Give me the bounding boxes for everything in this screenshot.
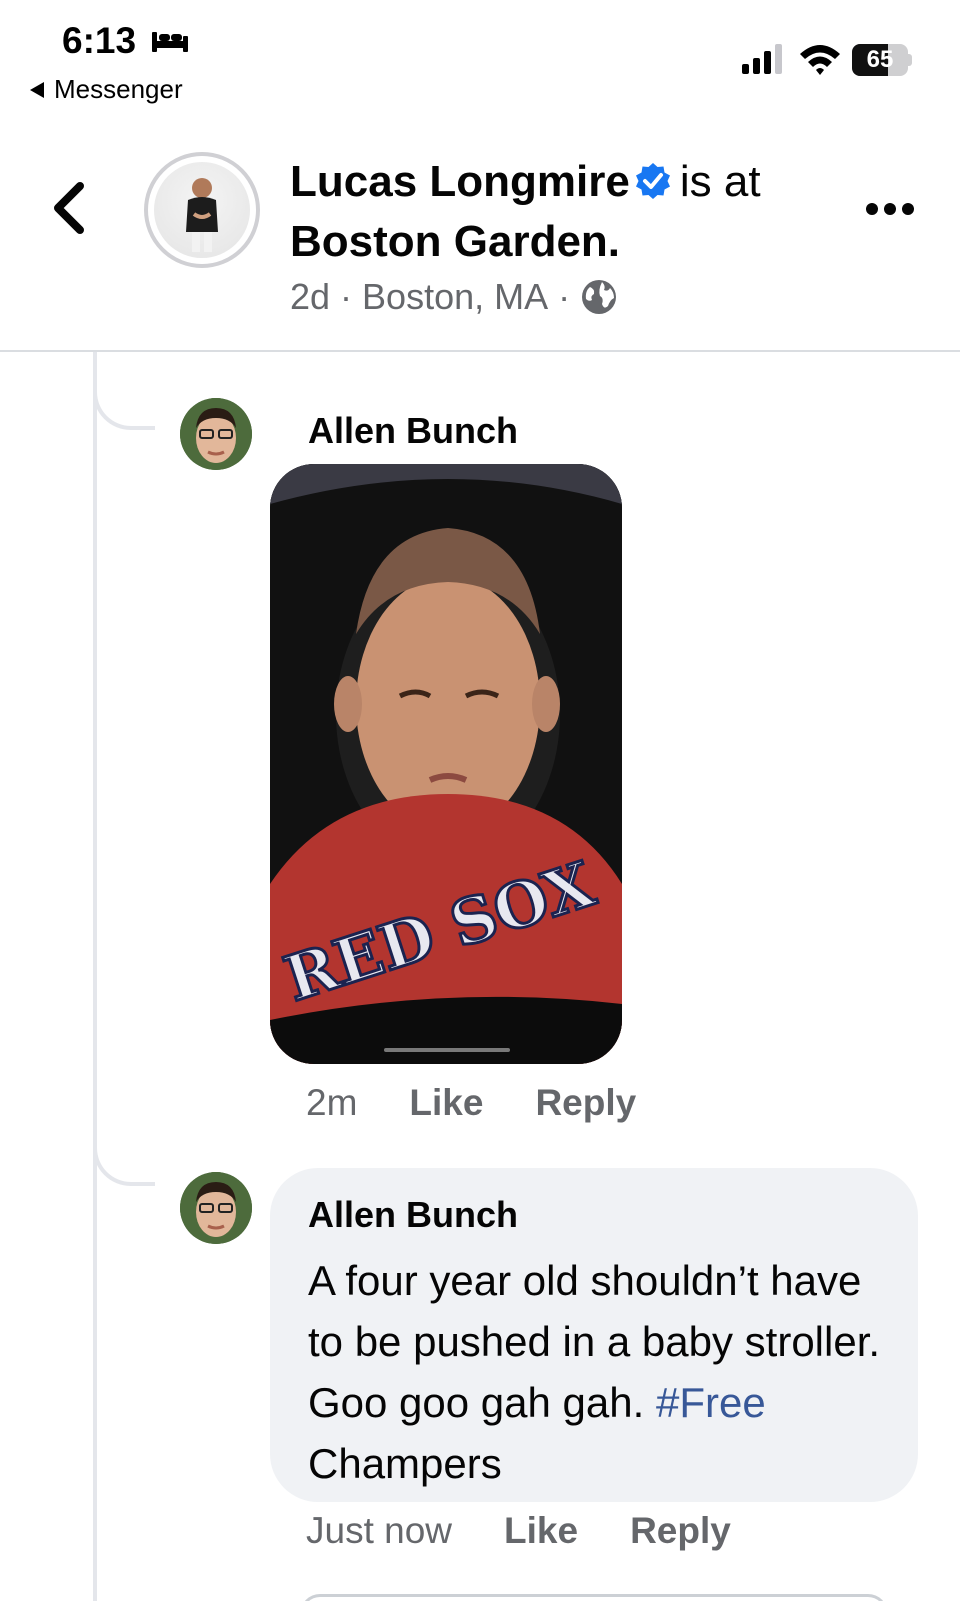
back-chevron-icon[interactable]: [48, 180, 90, 236]
commenter-photo: [180, 1172, 252, 1244]
comment-text: A four year old shouldn’t have to be pus…: [308, 1250, 898, 1494]
next-comment-edge: [300, 1594, 888, 1601]
comment-tail: Champers: [308, 1440, 502, 1487]
back-app-label: Messenger: [54, 74, 183, 104]
status-time: 6:13: [62, 20, 137, 61]
gif-scrub-bar: [384, 1048, 510, 1052]
meta-separator: ·: [558, 276, 571, 317]
commenter-photo: [180, 398, 252, 470]
author-name[interactable]: Lucas Longmire: [290, 157, 630, 206]
wifi-icon: [800, 45, 840, 75]
meta-separator: ·: [340, 276, 353, 317]
post-age[interactable]: 2d: [290, 276, 330, 318]
back-to-messenger[interactable]: Messenger: [30, 74, 183, 105]
commenter-avatar[interactable]: [180, 1172, 252, 1244]
header-divider: [0, 350, 960, 352]
commenter-avatar[interactable]: [180, 398, 252, 470]
commenter-name[interactable]: Allen Bunch: [308, 410, 518, 452]
bed-icon: [152, 32, 188, 52]
header-verb: is at: [679, 157, 761, 206]
gif-image: RED SOX: [270, 464, 622, 1064]
verified-badge-icon: [635, 163, 670, 199]
reply-button[interactable]: Reply: [630, 1510, 731, 1552]
place-name[interactable]: Boston Garden.: [290, 217, 620, 266]
more-icon[interactable]: [864, 200, 916, 218]
battery-level: 65: [866, 46, 894, 73]
post-meta: 2d · Boston, MA ·: [290, 276, 618, 318]
comment-actions: 2m Like Reply: [306, 1082, 636, 1124]
back-triangle-icon: [30, 81, 44, 98]
thread-connector: [93, 1140, 155, 1186]
commenter-name[interactable]: Allen Bunch: [308, 1194, 518, 1236]
gif-attachment[interactable]: RED SOX: [270, 464, 622, 1064]
comment-body: A four year old shouldn’t have to be pus…: [308, 1257, 881, 1426]
like-button[interactable]: Like: [409, 1082, 483, 1124]
comment-actions: Just now Like Reply: [306, 1510, 731, 1552]
author-photo: [186, 178, 218, 252]
like-button[interactable]: Like: [504, 1510, 578, 1552]
post-header-title: Lucas Longmire is at Boston Garden.: [290, 152, 820, 272]
globe-icon: [582, 280, 617, 314]
comment-time[interactable]: Just now: [306, 1510, 452, 1552]
battery-icon: 65: [852, 44, 912, 76]
thread-line: [93, 352, 97, 1601]
hashtag-link[interactable]: #Free: [656, 1379, 766, 1426]
signal-icon: [742, 44, 782, 74]
post-location: Boston, MA: [362, 276, 549, 317]
author-avatar[interactable]: [144, 152, 260, 268]
thread-connector: [93, 384, 155, 430]
comment-time[interactable]: 2m: [306, 1082, 357, 1124]
reply-button[interactable]: Reply: [535, 1082, 636, 1124]
comment-bubble[interactable]: Allen Bunch A four year old shouldn’t ha…: [270, 1168, 918, 1502]
